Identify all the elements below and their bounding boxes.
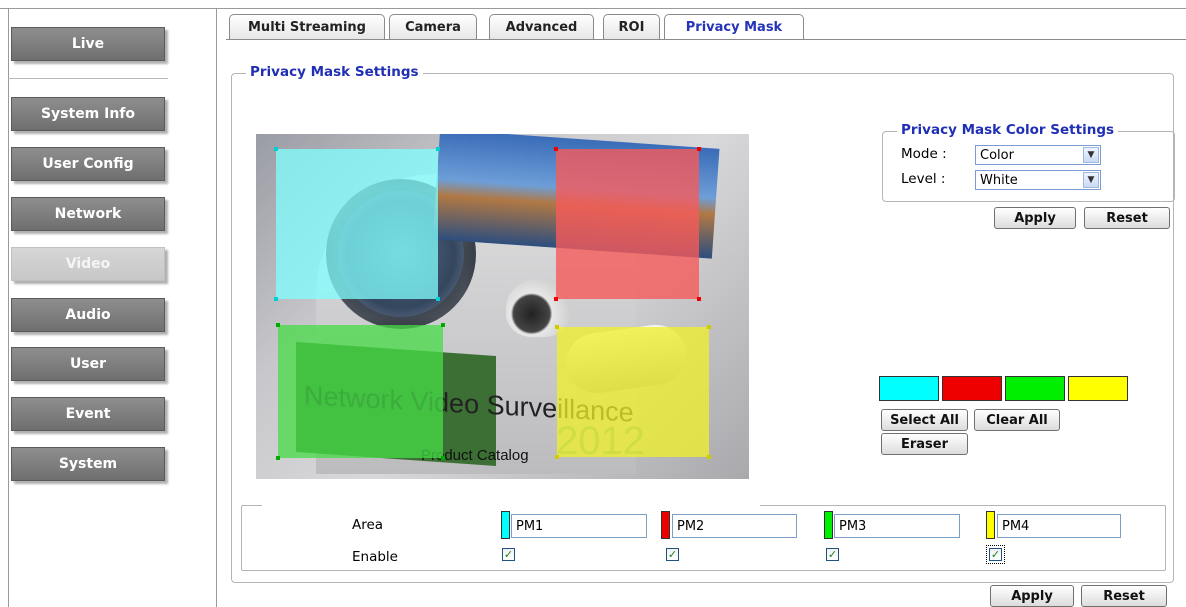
- sidebar-item-audio[interactable]: Audio: [11, 298, 165, 332]
- mask-region-pm1[interactable]: [276, 149, 438, 299]
- color-reset-button[interactable]: Reset: [1084, 207, 1170, 229]
- mask-handle[interactable]: [555, 455, 559, 459]
- sidebar-item-user[interactable]: User: [11, 347, 165, 381]
- mask-handle[interactable]: [274, 297, 278, 301]
- area-label: Area: [352, 517, 384, 533]
- mask-handle[interactable]: [697, 297, 701, 301]
- eraser-button[interactable]: Eraser: [881, 433, 968, 455]
- area-name-input-pm3[interactable]: PM3: [834, 514, 960, 538]
- sidebar-separator: [8, 78, 168, 79]
- live-button[interactable]: Live: [11, 27, 165, 61]
- mask-handle[interactable]: [697, 147, 701, 151]
- mask-handle[interactable]: [276, 323, 280, 327]
- mask-handle[interactable]: [274, 147, 278, 151]
- mask-handle[interactable]: [436, 297, 440, 301]
- sidebar-item-system-info[interactable]: System Info: [11, 97, 165, 131]
- sidebar-divider: [216, 8, 217, 607]
- area-color-pm1: [501, 511, 510, 539]
- apply-button[interactable]: Apply: [990, 585, 1074, 607]
- area-color-pm2: [661, 511, 670, 539]
- area-color-pm3: [824, 511, 833, 539]
- area-name-input-pm1[interactable]: PM1: [511, 514, 647, 538]
- chevron-down-icon[interactable]: ▼: [1083, 172, 1099, 188]
- mask-handle[interactable]: [441, 456, 445, 460]
- mode-select[interactable]: Color ▼: [975, 145, 1101, 165]
- color-settings-legend: Privacy Mask Color Settings: [897, 122, 1119, 138]
- camera-preview[interactable]: Network Video Surveillance Product Catal…: [256, 134, 749, 479]
- sidebar-item-video[interactable]: Video: [11, 247, 165, 281]
- palette-swatch-red[interactable]: [942, 376, 1002, 401]
- mode-label: Mode :: [901, 146, 947, 162]
- area-name-input-pm4[interactable]: PM4: [997, 514, 1121, 538]
- enable-checkbox-pm3[interactable]: ✓: [826, 548, 839, 561]
- tab-multi-streaming[interactable]: Multi Streaming: [229, 14, 385, 40]
- level-select[interactable]: White ▼: [975, 170, 1101, 190]
- level-label: Level :: [901, 171, 946, 187]
- palette-swatch-green[interactable]: [1005, 376, 1065, 401]
- select-all-button[interactable]: Select All: [881, 409, 968, 431]
- sidebar-item-system[interactable]: System: [11, 447, 165, 481]
- mask-handle[interactable]: [707, 455, 711, 459]
- mode-select-value: Color: [980, 147, 1014, 163]
- color-settings-group: [882, 131, 1175, 202]
- enable-checkbox-pm2[interactable]: ✓: [666, 548, 679, 561]
- sidebar-item-event[interactable]: Event: [11, 397, 165, 431]
- mask-region-pm4[interactable]: [557, 327, 709, 457]
- mask-handle[interactable]: [554, 297, 558, 301]
- level-select-value: White: [980, 172, 1018, 188]
- frame-top-border: [0, 8, 1186, 9]
- mask-handle[interactable]: [441, 323, 445, 327]
- mask-region-pm2[interactable]: [556, 149, 699, 299]
- mask-handle[interactable]: [276, 456, 280, 460]
- tab-roi[interactable]: ROI: [603, 14, 660, 40]
- clear-all-button[interactable]: Clear All: [974, 409, 1060, 431]
- sidebar-item-user-config[interactable]: User Config: [11, 147, 165, 181]
- mask-handle[interactable]: [555, 325, 559, 329]
- reset-button[interactable]: Reset: [1081, 585, 1167, 607]
- mask-handle[interactable]: [554, 147, 558, 151]
- tab-camera[interactable]: Camera: [389, 14, 477, 40]
- area-name-input-pm2[interactable]: PM2: [672, 514, 797, 538]
- sidebar-item-network[interactable]: Network: [11, 197, 165, 231]
- mask-handle[interactable]: [436, 147, 440, 151]
- enable-checkbox-pm4[interactable]: ✓: [986, 545, 1005, 564]
- mask-region-pm3[interactable]: [278, 325, 443, 458]
- enable-label: Enable: [352, 549, 398, 565]
- areas-group-gap: [262, 501, 760, 509]
- color-apply-button[interactable]: Apply: [994, 207, 1076, 229]
- area-color-pm4: [986, 511, 995, 539]
- tab-bar-baseline: [226, 39, 1186, 40]
- privacy-mask-settings-legend: Privacy Mask Settings: [246, 64, 423, 80]
- chevron-down-icon[interactable]: ▼: [1083, 147, 1099, 163]
- palette-swatch-yellow[interactable]: [1068, 376, 1128, 401]
- palette-swatch-cyan[interactable]: [879, 376, 939, 401]
- mask-handle[interactable]: [707, 325, 711, 329]
- tab-advanced[interactable]: Advanced: [489, 14, 594, 40]
- frame-left-border: [8, 8, 9, 607]
- enable-checkbox-pm1[interactable]: ✓: [502, 548, 515, 561]
- tab-privacy-mask[interactable]: Privacy Mask: [664, 14, 804, 40]
